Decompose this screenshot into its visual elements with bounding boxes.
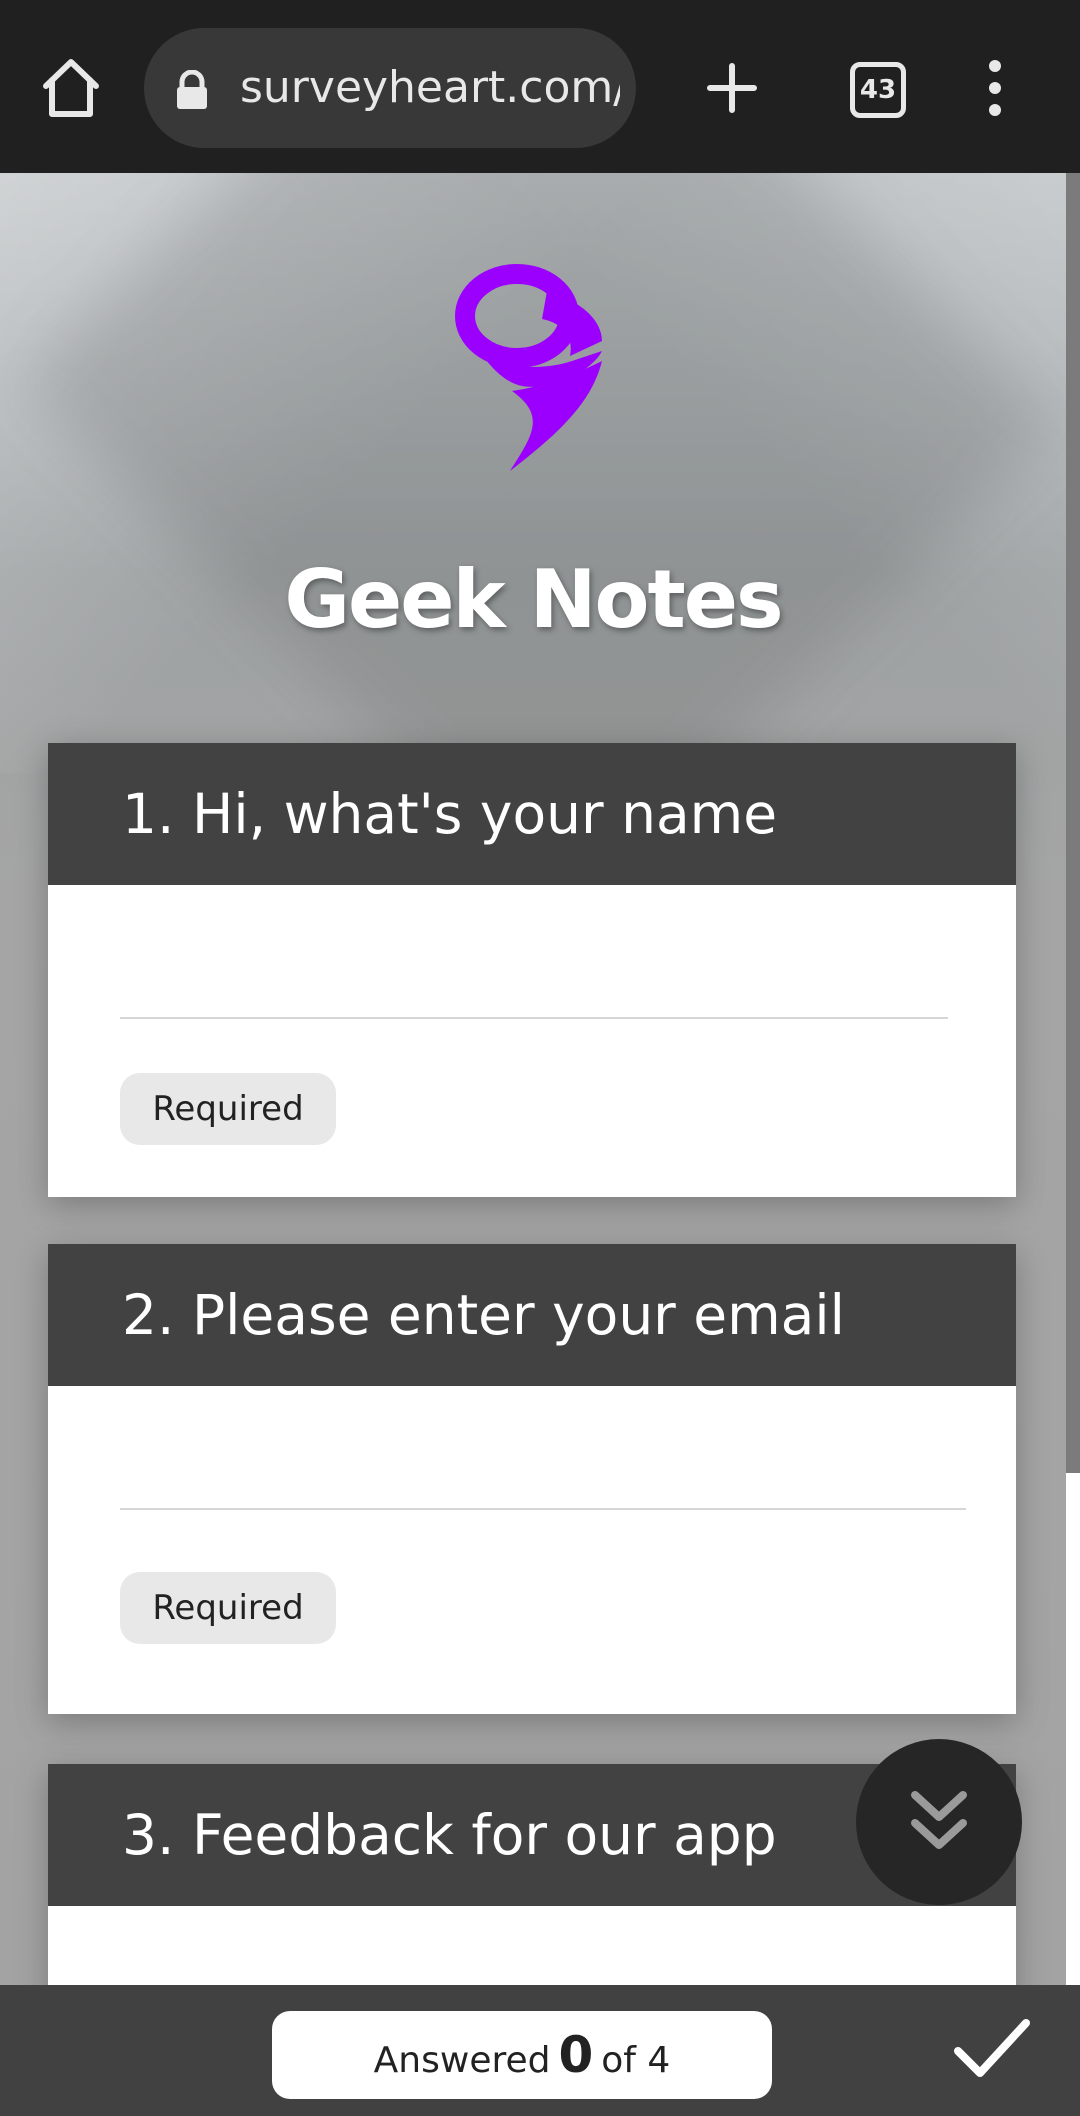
- tabs-icon[interactable]: 43: [850, 62, 906, 118]
- url-text: surveyheart.com/: [240, 62, 620, 113]
- question-title-1: 1. Hi, what's your name: [48, 743, 1016, 885]
- answered-suffix: of 4: [601, 2040, 671, 2081]
- answered-progress: Answered 0 of 4: [272, 2011, 772, 2099]
- name-input[interactable]: [120, 1017, 948, 1019]
- more-vert-icon[interactable]: [982, 58, 1008, 118]
- check-icon: [954, 2019, 1030, 2077]
- scroll-down-button[interactable]: [856, 1739, 1022, 1905]
- answered-prefix: Answered: [373, 2040, 551, 2081]
- submit-button[interactable]: [952, 2015, 1032, 2085]
- url-bar[interactable]: surveyheart.com/: [144, 28, 636, 148]
- scrollbar-thumb[interactable]: [1066, 173, 1080, 1473]
- required-badge-1: Required: [120, 1073, 336, 1145]
- question-title-2: 2. Please enter your email: [48, 1244, 1016, 1386]
- required-badge-2: Required: [120, 1572, 336, 1644]
- question-card-1: 1. Hi, what's your name Required: [48, 743, 1016, 1197]
- question-card-2: 2. Please enter your email Required: [48, 1244, 1016, 1714]
- browser-toolbar: surveyheart.com/ 43: [0, 0, 1080, 173]
- answered-count: 0: [558, 2026, 594, 2084]
- logo-icon: [452, 261, 612, 471]
- email-input[interactable]: [120, 1508, 966, 1510]
- double-chevron-down-icon: [911, 1791, 967, 1849]
- plus-icon[interactable]: [706, 62, 758, 114]
- lock-icon: [174, 69, 210, 110]
- home-icon[interactable]: [36, 52, 106, 122]
- survey-page: Geek Notes 1. Hi, what's your name Requi…: [0, 173, 1066, 1985]
- survey-footer: Answered 0 of 4: [0, 1985, 1080, 2116]
- form-title: Geek Notes: [284, 553, 783, 646]
